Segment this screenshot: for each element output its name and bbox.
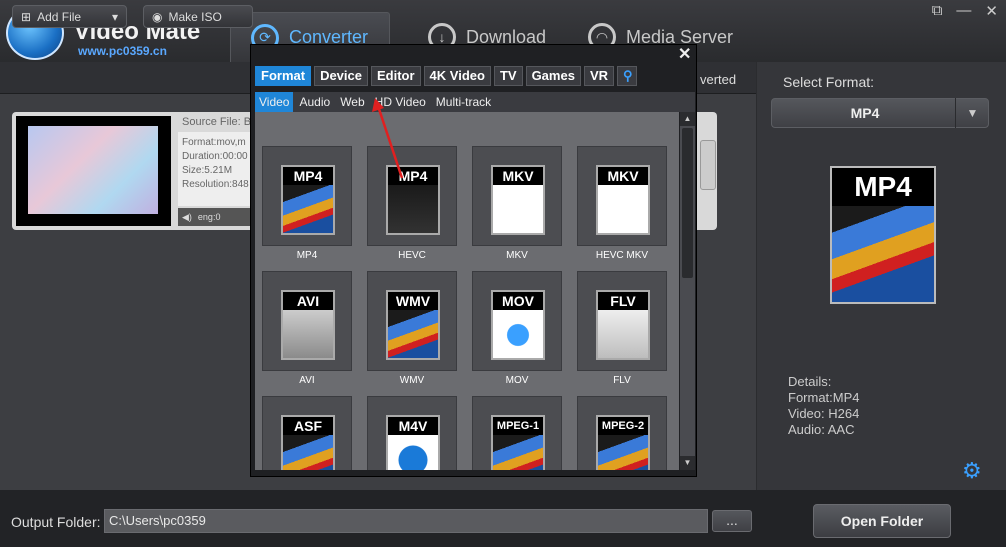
- format-details: Details: Format:MP4 Video: H264 Audio: A…: [788, 374, 860, 438]
- format-name: MOV: [505, 375, 529, 386]
- window-controls: ⧉ — ✕: [932, 2, 998, 20]
- subtab-web[interactable]: Web: [336, 92, 368, 112]
- source-file: Source File: B: [182, 116, 252, 128]
- tab-format[interactable]: Format: [255, 66, 312, 86]
- format-name: MP4: [296, 250, 318, 261]
- mp4-format-icon: MP4: [830, 166, 936, 304]
- minimize-icon[interactable]: —: [956, 2, 971, 20]
- category-tabs: Format Device Editor 4K Video TV Games V…: [255, 66, 637, 86]
- details-video: Video: H264: [788, 406, 860, 421]
- details-format: Format:MP4: [788, 390, 860, 405]
- add-file-label: Add File: [37, 9, 82, 24]
- flv-icon: FLV: [596, 290, 650, 360]
- format-item-mkv[interactable]: MKV: [472, 146, 562, 246]
- subcategory-tabs: Video Audio Web HD Video Multi-track: [255, 92, 695, 112]
- watermark: www.pc0359.cn: [78, 44, 167, 58]
- tab-device[interactable]: Device: [314, 66, 368, 86]
- asf-icon: ASF: [281, 415, 335, 470]
- format-item-mov[interactable]: MOV: [472, 271, 562, 371]
- tab-editor[interactable]: Editor: [370, 66, 421, 86]
- file-info: Format:mov,m Duration:00:00 Size:5.21M R…: [178, 132, 252, 206]
- output-path-field[interactable]: C:\Users\pc0359: [104, 509, 708, 533]
- format-item-asf[interactable]: ASF: [262, 396, 352, 470]
- gear-icon[interactable]: ⚙: [962, 458, 982, 484]
- subtab-multi-track[interactable]: Multi-track: [432, 92, 495, 112]
- info-duration: Duration:00:00: [182, 151, 248, 162]
- audio-track-select[interactable]: ◀) eng:0: [178, 208, 252, 226]
- item-edit-button[interactable]: [700, 140, 716, 190]
- converted-tab[interactable]: verted: [700, 72, 736, 87]
- details-title: Details:: [788, 374, 832, 389]
- format-item-avi[interactable]: AVI: [262, 271, 352, 371]
- format-item-wmv[interactable]: WMV: [367, 271, 457, 371]
- wmv-icon: WMV: [386, 290, 440, 360]
- open-folder-button[interactable]: Open Folder: [813, 504, 951, 538]
- video-thumbnail[interactable]: [16, 116, 171, 226]
- hevc-mkv-icon: MKV: [596, 165, 650, 235]
- scroll-thumb[interactable]: [682, 128, 693, 278]
- thumbnail-image: [28, 126, 158, 214]
- select-format-label: Select Format:: [783, 74, 875, 90]
- chevron-down-icon[interactable]: ▼: [955, 98, 989, 128]
- info-resolution: Resolution:848: [182, 179, 249, 190]
- format-name: FLV: [613, 375, 631, 386]
- info-size: Size:5.21M: [182, 165, 233, 176]
- big-icon-label: MP4: [832, 168, 934, 206]
- close-icon[interactable]: ✕: [985, 2, 998, 20]
- format-name: HEVC MKV: [595, 250, 649, 261]
- format-item-hevc-mkv[interactable]: MKV: [577, 146, 667, 246]
- avi-icon: AVI: [281, 290, 335, 360]
- search-icon[interactable]: ⚲: [617, 66, 637, 86]
- tab-vr[interactable]: VR: [583, 66, 614, 86]
- tab-tv[interactable]: TV: [493, 66, 523, 86]
- annotation-arrow-icon: [372, 98, 404, 179]
- chevron-down-icon[interactable]: ▾: [112, 10, 118, 24]
- tab-games[interactable]: Games: [525, 66, 581, 86]
- info-format: Format:mov,m: [182, 137, 246, 148]
- format-item-m4v[interactable]: M4V: [367, 396, 457, 470]
- browse-button[interactable]: ...: [712, 510, 752, 532]
- format-name: MKV: [506, 250, 528, 261]
- subtab-video[interactable]: Video: [255, 92, 294, 112]
- restore-icon[interactable]: ⧉: [932, 2, 943, 20]
- disc-icon: ◉: [152, 9, 163, 24]
- format-item-mp4[interactable]: MP4: [262, 146, 352, 246]
- audio-track-label: eng:0: [197, 212, 221, 222]
- mpeg2-icon: MPEG-2: [596, 415, 650, 470]
- mov-icon: MOV: [491, 290, 545, 360]
- format-item-flv[interactable]: FLV: [577, 271, 667, 371]
- make-iso-button[interactable]: ◉ Make ISO: [143, 5, 253, 28]
- mpeg1-icon: MPEG-1: [491, 415, 545, 470]
- details-audio: Audio: AAC: [788, 422, 855, 437]
- m4v-icon: M4V: [386, 415, 440, 470]
- subtab-audio[interactable]: Audio: [295, 92, 334, 112]
- format-name: HEVC: [398, 250, 426, 261]
- mkv-icon: MKV: [491, 165, 545, 235]
- format-item-mpeg1[interactable]: MPEG-1: [472, 396, 562, 470]
- speaker-icon: ◀): [182, 211, 192, 222]
- close-icon[interactable]: ✕: [678, 44, 691, 64]
- selected-format: MP4: [850, 105, 880, 121]
- plus-icon: ⊞: [21, 9, 32, 24]
- make-iso-label: Make ISO: [168, 9, 222, 24]
- format-name: WMV: [399, 375, 425, 386]
- format-name: AVI: [299, 375, 315, 386]
- output-folder-label: Output Folder:: [11, 514, 101, 530]
- format-grid: MP4 MP4 MP4 HEVC MKV MKV MKV HEVC MKV AV…: [255, 112, 679, 470]
- format-item-mpeg2[interactable]: MPEG-2: [577, 396, 667, 470]
- tab-4k-video[interactable]: 4K Video: [423, 66, 491, 86]
- scroll-down-icon[interactable]: ▼: [680, 456, 695, 470]
- add-file-button[interactable]: ⊞ Add File ▾: [12, 5, 127, 28]
- mp4-icon: MP4: [281, 165, 335, 235]
- scroll-up-icon[interactable]: ▲: [680, 112, 695, 126]
